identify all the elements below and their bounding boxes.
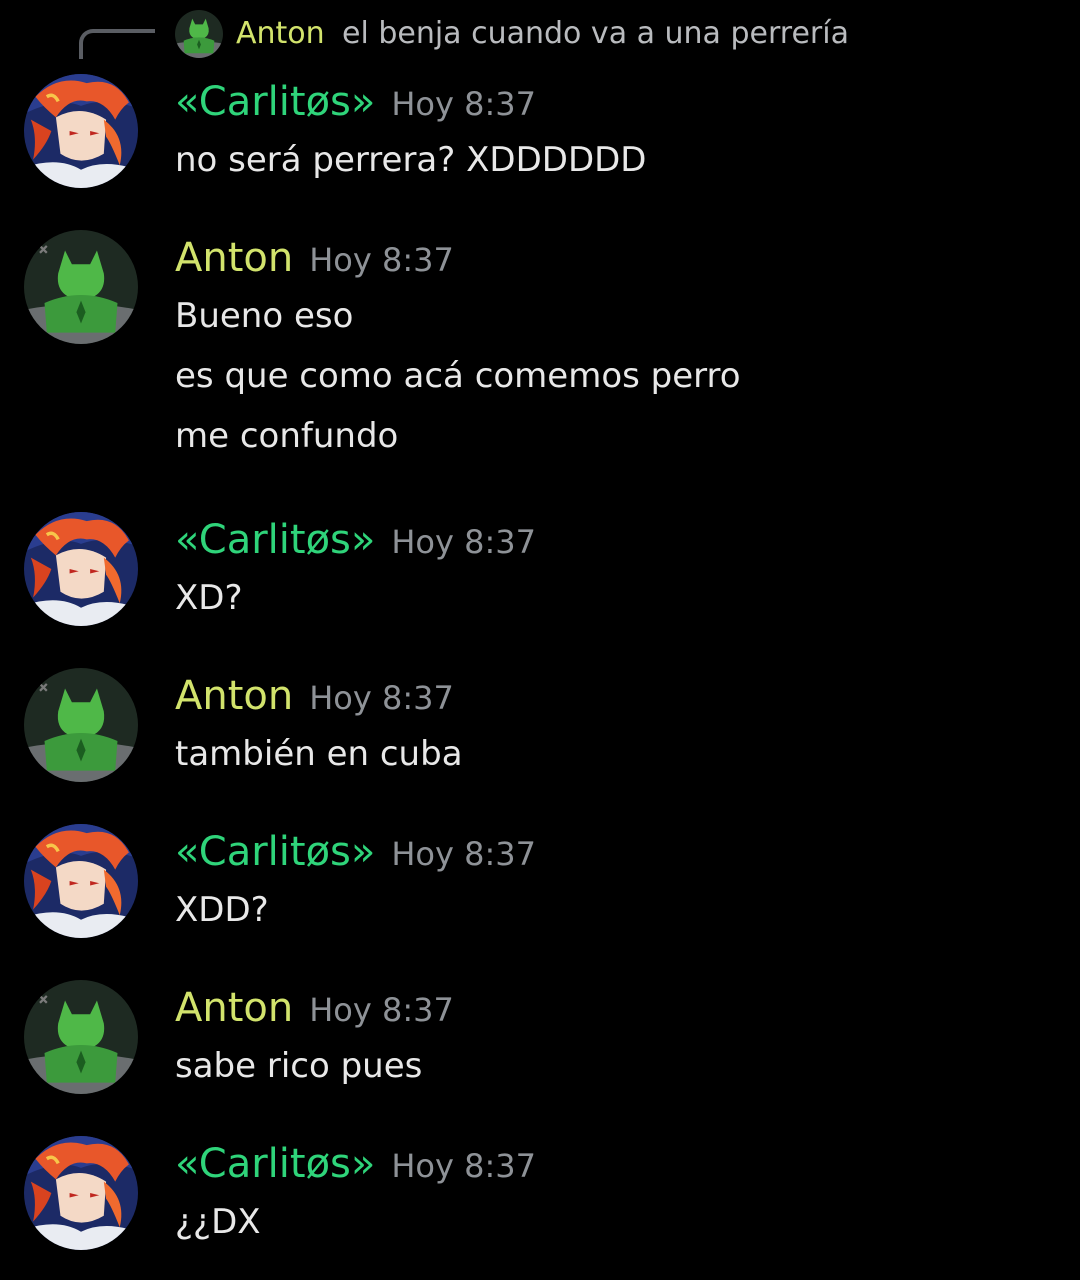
author-name-anton[interactable]: Anton [175, 235, 293, 281]
message-content: sabe rico pues [175, 1036, 422, 1096]
author-name-carlitos[interactable]: «Carlitøs» [175, 79, 375, 125]
carlitos-avatar-icon[interactable] [24, 1136, 138, 1250]
reply-connector-line [79, 29, 155, 59]
message-content: XDD? [175, 880, 269, 940]
message-line[interactable]: XDD? [175, 880, 269, 940]
timestamp: Hoy 8:37 [391, 85, 536, 123]
message-header: «Carlitøs» Hoy 8:37 [175, 74, 536, 130]
author-name-carlitos[interactable]: «Carlitøs» [175, 517, 375, 563]
author-name-carlitos[interactable]: «Carlitøs» [175, 829, 375, 875]
message-line[interactable]: sabe rico pues [175, 1036, 422, 1096]
message-line[interactable]: me confundo [175, 406, 741, 466]
message-content: XD? [175, 568, 243, 628]
message-header: Anton Hoy 8:37 [175, 980, 454, 1036]
message-header: «Carlitøs» Hoy 8:37 [175, 824, 536, 880]
carlitos-avatar-icon[interactable] [24, 74, 138, 188]
carlitos-avatar-icon[interactable] [24, 512, 138, 626]
timestamp: Hoy 8:37 [391, 835, 536, 873]
anton-avatar-icon[interactable] [175, 10, 223, 58]
anton-avatar-icon[interactable] [24, 230, 138, 344]
message-line[interactable]: es que como acá comemos perro [175, 346, 741, 406]
message-line[interactable]: Bueno eso [175, 286, 741, 346]
message-line[interactable]: ¿¿DX [175, 1192, 261, 1252]
reply-reference[interactable]: Anton el benja cuando va a una perrería [0, 0, 1080, 70]
message-line[interactable]: XD? [175, 568, 243, 628]
message-content: también en cuba [175, 724, 463, 784]
timestamp: Hoy 8:37 [309, 991, 454, 1029]
carlitos-avatar-icon[interactable] [24, 824, 138, 938]
timestamp: Hoy 8:37 [309, 241, 454, 279]
timestamp: Hoy 8:37 [309, 679, 454, 717]
author-name-carlitos[interactable]: «Carlitøs» [175, 1141, 375, 1187]
message-content: no será perrera? XDDDDDD [175, 130, 646, 190]
message-header: Anton Hoy 8:37 [175, 668, 454, 724]
reply-author[interactable]: Anton [236, 14, 325, 54]
reply-preview-text[interactable]: el benja cuando va a una perrería [342, 14, 849, 54]
author-name-anton[interactable]: Anton [175, 673, 293, 719]
message-line[interactable]: no será perrera? XDDDDDD [175, 130, 646, 190]
message-header: «Carlitøs» Hoy 8:37 [175, 512, 536, 568]
author-name-anton[interactable]: Anton [175, 985, 293, 1031]
message-content: Bueno eso es que como acá comemos perro … [175, 286, 741, 466]
message-header: Anton Hoy 8:37 [175, 230, 454, 286]
message-line[interactable]: también en cuba [175, 724, 463, 784]
timestamp: Hoy 8:37 [391, 523, 536, 561]
message-content: ¿¿DX [175, 1192, 261, 1252]
anton-avatar-icon[interactable] [24, 980, 138, 1094]
timestamp: Hoy 8:37 [391, 1147, 536, 1185]
anton-avatar-icon[interactable] [24, 668, 138, 782]
message-header: «Carlitøs» Hoy 8:37 [175, 1136, 536, 1192]
